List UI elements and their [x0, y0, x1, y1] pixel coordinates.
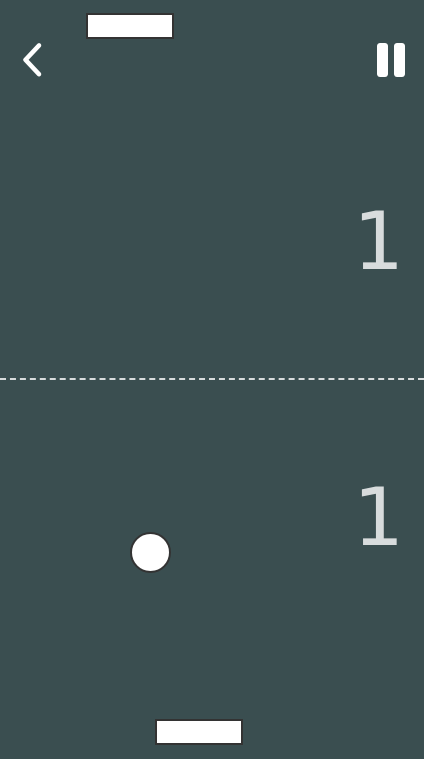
player-paddle[interactable]	[155, 719, 243, 745]
back-button[interactable]	[14, 40, 54, 80]
player-score: 1	[353, 471, 404, 564]
pause-icon	[377, 43, 405, 77]
chevron-left-icon	[23, 43, 42, 77]
opponent-score: 1	[353, 195, 404, 288]
ball	[130, 532, 171, 573]
pause-button[interactable]	[372, 40, 412, 80]
center-line	[0, 378, 424, 380]
opponent-paddle	[86, 13, 174, 39]
